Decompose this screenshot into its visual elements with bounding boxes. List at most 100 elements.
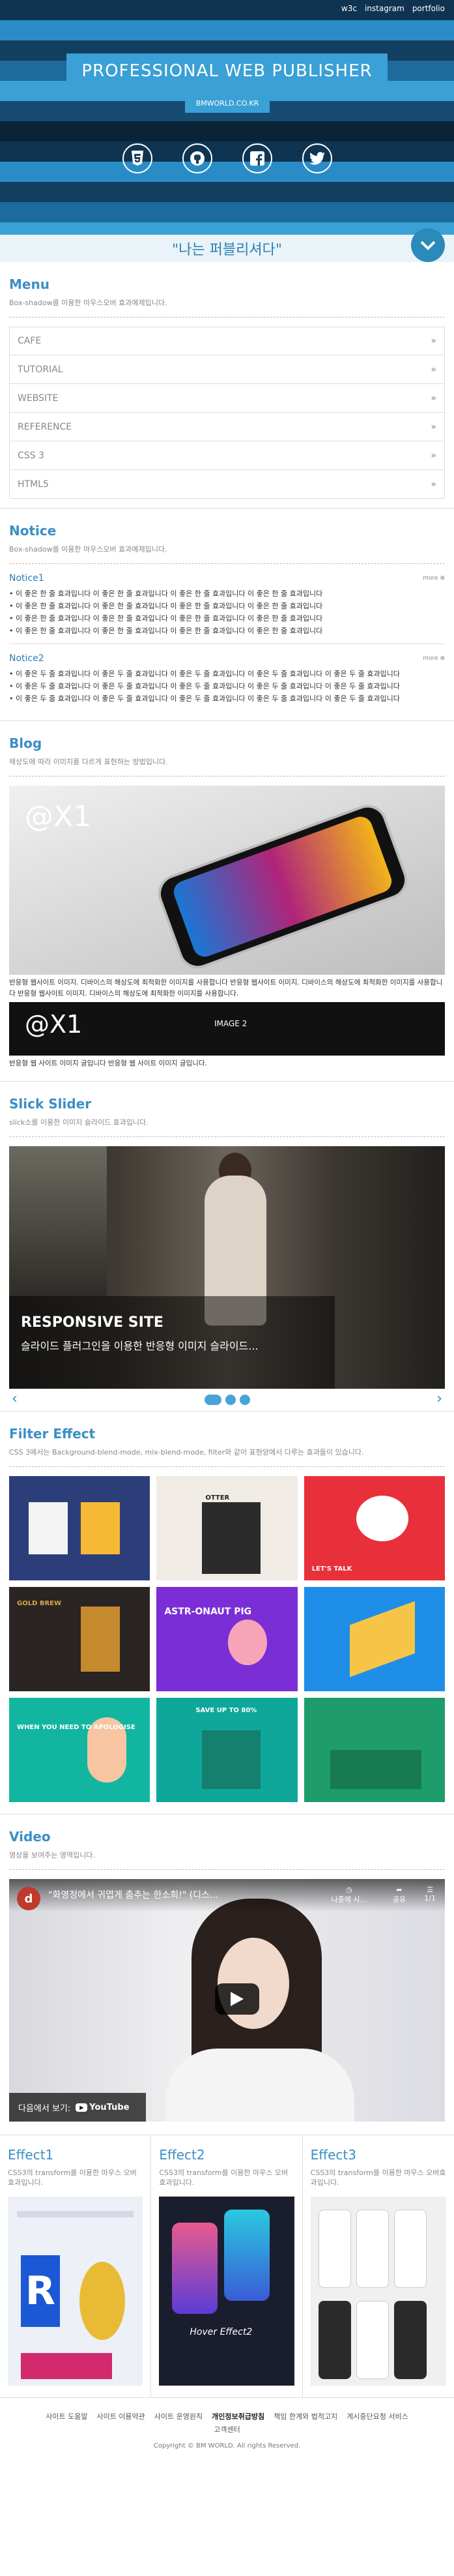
filter-image[interactable]	[304, 1698, 445, 1802]
playlist-icon: ☰	[427, 1886, 434, 1894]
menu-item-label: CSS 3	[18, 450, 44, 461]
double-chevron-right-icon: »	[431, 364, 436, 375]
effect2-image[interactable]: Hover Effect2	[159, 2197, 294, 2386]
blog-title: Blog	[9, 735, 42, 751]
chevron-down-icon	[420, 241, 436, 250]
watch-on-youtube[interactable]: 다음에서 보기: ▶ YouTube	[9, 2093, 146, 2122]
more-link[interactable]: more ⊕	[423, 655, 445, 662]
filter-image[interactable]: OTTER	[156, 1476, 298, 1580]
filter-image[interactable]: GOLD BREW	[9, 1587, 150, 1691]
share-button[interactable]: ➦ 공유	[393, 1886, 406, 1904]
filter-title: Filter Effect	[9, 1426, 96, 1442]
chevron-left-icon[interactable]: ‹	[12, 1391, 18, 1407]
filter-image[interactable]	[304, 1587, 445, 1691]
double-chevron-right-icon: »	[431, 479, 436, 490]
notice2-list: 이 좋은 두 줄 효과입니다 이 좋은 두 줄 효과입니다 이 좋은 두 줄 효…	[9, 664, 445, 711]
menu-item-html5[interactable]: HTML5 »	[9, 470, 445, 499]
menu-item-label: CAFE	[18, 336, 42, 346]
slogan-bar: "나는 퍼블리셔다"	[0, 228, 454, 262]
effect3-image[interactable]	[310, 2197, 446, 2386]
image-watermark: @X1	[25, 800, 92, 833]
youtube-logo: ▶ YouTube	[76, 2103, 130, 2112]
watch-on-label: 다음에서 보기:	[18, 2103, 71, 2114]
play-icon	[231, 1992, 244, 2006]
nav-w3c-link[interactable]: w3c	[341, 4, 357, 13]
video-caption: "화영정에서 귀엽게 춤추는 한소희!" (디스...	[48, 1890, 219, 1901]
blog-desc: 해상도에 따라 이미지를 다르게 표현하는 방법입니다.	[9, 751, 445, 777]
menu-item-reference[interactable]: REFERENCE »	[9, 413, 445, 441]
chevron-right-icon[interactable]: ›	[436, 1391, 442, 1407]
channel-logo[interactable]: d	[17, 1887, 40, 1910]
filter-image[interactable]: WHEN YOU NEED TO APOLOGISE	[9, 1698, 150, 1802]
play-button[interactable]	[215, 1983, 259, 2015]
filter-image[interactable]	[9, 1476, 150, 1580]
double-chevron-right-icon: »	[431, 421, 436, 432]
slick-title: Slick Slider	[9, 1096, 92, 1112]
twitter-icon[interactable]	[302, 143, 332, 173]
clock-icon: ◷	[345, 1886, 352, 1894]
slider-dot[interactable]	[225, 1395, 236, 1405]
scroll-down-button[interactable]	[411, 228, 445, 262]
effect2-title: Effect2	[159, 2147, 205, 2163]
effect3-desc: CSS3의 transform를 이용한 마우스 오버효과입니다.	[310, 2169, 446, 2187]
effect3-column: Effect3 CSS3의 transform를 이용한 마우스 오버효과입니다…	[303, 2135, 454, 2397]
list-item[interactable]: 이 좋은 두 줄 효과입니다 이 좋은 두 줄 효과입니다 이 좋은 두 줄 효…	[9, 692, 445, 705]
slider-dot[interactable]	[239, 1395, 250, 1405]
image-slider[interactable]: RESPONSIVE SITE 슬라이드 플러그인을 이용한 반응형 이미지 슬…	[9, 1146, 445, 1389]
menu-item-label: REFERENCE	[18, 421, 72, 432]
effect3-title: Effect3	[310, 2147, 356, 2163]
list-item[interactable]: 이 좋은 두 줄 효과입니다 이 좋은 두 줄 효과입니다 이 좋은 두 줄 효…	[9, 668, 445, 680]
notice2-title[interactable]: Notice2	[9, 653, 44, 664]
video-title: Video	[9, 1829, 51, 1844]
watch-later-button[interactable]: ◷ 나중에 시...	[332, 1886, 367, 1904]
effect1-column: Effect1 CSS3의 transform를 이용한 마우스 오버효과입니다…	[0, 2135, 152, 2397]
list-item[interactable]: 이 좋은 두 줄 효과입니다 이 좋은 두 줄 효과입니다 이 좋은 두 줄 효…	[9, 680, 445, 692]
slider-dot-active[interactable]	[204, 1395, 221, 1405]
site-subtitle[interactable]: BMWORLD.CO.KR	[185, 93, 270, 113]
menu-item-website[interactable]: WEBSITE »	[9, 384, 445, 413]
menu-item-tutorial[interactable]: TUTORIAL »	[9, 355, 445, 384]
blog-caption: 반응형 웹사이트 이미지. 디바이스의 해상도에 최적화한 이미지를 사용합니다…	[9, 979, 443, 998]
filter-image[interactable]: ASTR-ONAUT PIG	[156, 1587, 298, 1691]
footer-link[interactable]: 개인정보취급방침	[212, 2411, 264, 2421]
slogan-text: "나는 퍼블리셔다"	[172, 242, 282, 258]
effect1-image[interactable]: R	[8, 2197, 143, 2386]
github-icon[interactable]	[182, 143, 212, 173]
menu-list: CAFE » TUTORIAL » WEBSITE » REFERENCE » CSS …	[9, 327, 445, 499]
menu-desc: Box-shadow를 이용한 마우스오버 효과예제입니다.	[9, 292, 445, 318]
nav-portfolio-link[interactable]: portfolio	[412, 4, 445, 13]
menu-title: Menu	[9, 276, 50, 292]
notice2-header: Notice2 more ⊕	[9, 653, 445, 664]
footer-link[interactable]: 사이트 이용약관	[96, 2411, 145, 2421]
effect2-desc: CSS3의 transform를 이용한 마우스 오버효과입니다.	[159, 2169, 289, 2187]
notice-section: Notice Box-shadow를 이용한 마우스오버 효과예제입니다. No…	[0, 509, 454, 721]
filter-grid: OTTER LET'S TALK GOLD BREW ASTR-ONAUT PI…	[9, 1476, 445, 1802]
menu-item-label: HTML5	[18, 479, 49, 490]
video-player[interactable]: "화영정에서 귀엽게 춤추는 한소희!" (디스... d ◷ 나중에 시... …	[9, 1879, 445, 2122]
html5-icon[interactable]	[122, 143, 152, 173]
footer-link[interactable]: 사이트 운영원칙	[154, 2411, 203, 2421]
menu-section: Menu Box-shadow를 이용한 마우스오버 효과예제입니다. CAFE…	[0, 262, 454, 509]
slide-subtitle: 슬라이드 플러그인을 이용한 반응형 이미지 슬라이드...	[21, 1340, 259, 1352]
menu-item-cafe[interactable]: CAFE »	[9, 327, 445, 355]
list-item[interactable]: 이 좋은 한 줄 효과입니다 이 좋은 한 줄 효과입니다 이 좋은 한 줄 효…	[9, 625, 445, 637]
nav-instagram-link[interactable]: instagram	[365, 4, 404, 13]
effects-section: Effect1 CSS3의 transform를 이용한 마우스 오버효과입니다…	[0, 2135, 454, 2398]
footer-link[interactable]: 사이트 도움말	[46, 2411, 87, 2421]
list-item[interactable]: 이 좋은 한 줄 효과입니다 이 좋은 한 줄 효과입니다 이 좋은 한 줄 효…	[9, 600, 445, 612]
menu-item-label: WEBSITE	[18, 392, 59, 404]
footer-link[interactable]: 고객센터	[214, 2424, 240, 2435]
filter-image[interactable]: SAVE UP TO 80%	[156, 1698, 298, 1802]
filter-image[interactable]: LET'S TALK	[304, 1476, 445, 1580]
facebook-icon[interactable]	[242, 143, 272, 173]
list-item[interactable]: 이 좋은 한 줄 효과입니다 이 좋은 한 줄 효과입니다 이 좋은 한 줄 효…	[9, 587, 445, 600]
footer-link[interactable]: 게시중단요청 서비스	[347, 2411, 408, 2421]
playlist-button[interactable]: ☰ 1/1	[424, 1886, 436, 1902]
menu-item-css3[interactable]: CSS 3 »	[9, 441, 445, 470]
more-link[interactable]: more ⊕	[423, 575, 445, 582]
filter-section: Filter Effect CSS 3에서는 Background-blend-…	[0, 1412, 454, 1814]
list-item[interactable]: 이 좋은 한 줄 효과입니다 이 좋은 한 줄 효과입니다 이 좋은 한 줄 효…	[9, 612, 445, 625]
notice1-title[interactable]: Notice1	[9, 573, 44, 584]
blog-image-phone: @X1	[9, 786, 445, 975]
footer-link[interactable]: 책임 한계와 법적고지	[274, 2411, 337, 2421]
